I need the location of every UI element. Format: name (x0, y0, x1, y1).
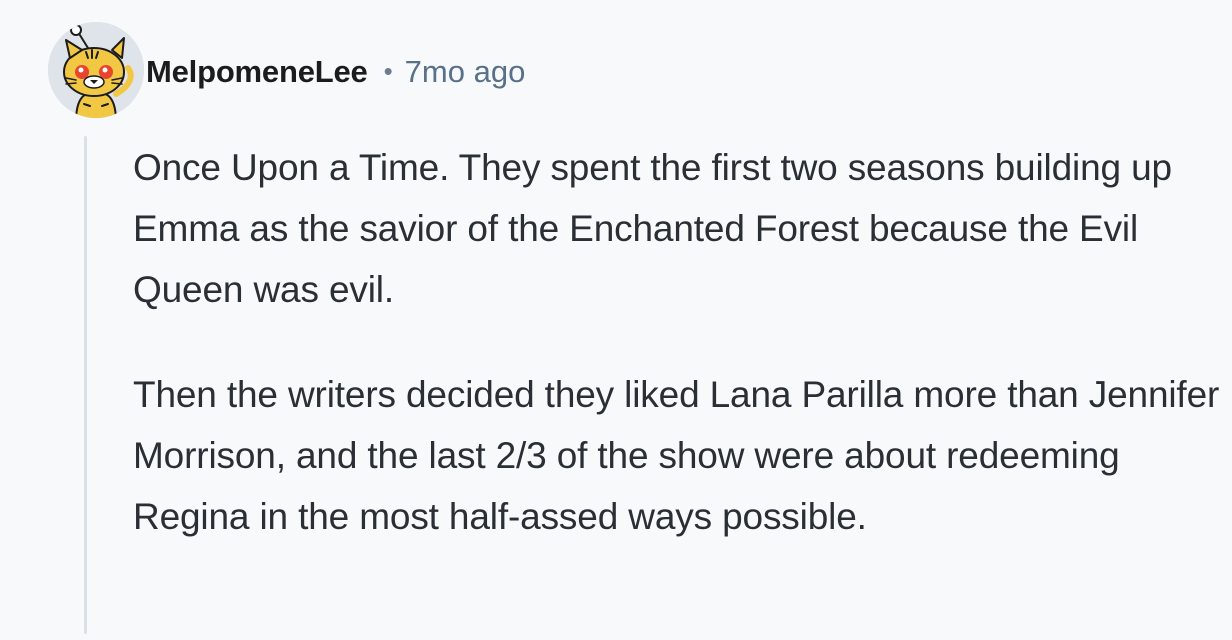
comment-timestamp[interactable]: 7mo ago (405, 54, 526, 90)
author-username[interactable]: MelpomeneLee (146, 54, 368, 90)
thread-line[interactable] (84, 136, 87, 634)
meta-separator: • (383, 55, 393, 86)
comment-paragraph: Then the writers decided they liked Lana… (133, 374, 1220, 537)
comment-body: Once Upon a Time. They spent the first t… (133, 137, 1223, 591)
comment: MelpomeneLee • 7mo ago Once Upon a Time.… (0, 0, 1232, 640)
comment-meta: MelpomeneLee • 7mo ago (146, 50, 525, 94)
snoo-avatar-icon[interactable] (48, 22, 144, 118)
comment-paragraph: Once Upon a Time. They spent the first t… (133, 147, 1172, 310)
avatar-svg (48, 22, 144, 118)
